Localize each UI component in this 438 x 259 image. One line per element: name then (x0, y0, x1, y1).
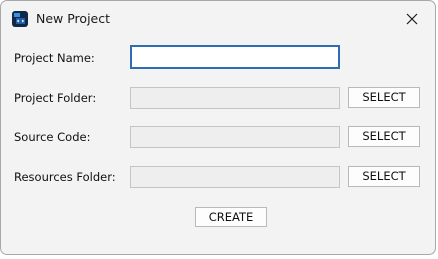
close-icon (406, 13, 418, 25)
resources-folder-field (130, 166, 340, 188)
project-folder-field (130, 87, 340, 109)
window-title: New Project (36, 11, 111, 26)
select-project-folder-button[interactable]: SELECT (348, 87, 420, 108)
select-resources-folder-button[interactable]: SELECT (348, 166, 420, 187)
close-button[interactable] (389, 1, 435, 37)
source-code-field (130, 126, 340, 148)
source-code-label: Source Code: (14, 130, 91, 144)
select-source-code-button[interactable]: SELECT (348, 126, 420, 147)
title-bar: New Project (1, 1, 435, 37)
new-project-dialog: New Project Project Name: Project Folder… (0, 0, 436, 255)
create-button[interactable]: CREATE (195, 207, 267, 227)
resources-folder-label: Resources Folder: (14, 170, 116, 184)
project-name-input[interactable] (130, 45, 340, 69)
project-folder-label: Project Folder: (14, 91, 97, 105)
project-name-label: Project Name: (14, 51, 95, 65)
code-app-icon (12, 11, 28, 27)
